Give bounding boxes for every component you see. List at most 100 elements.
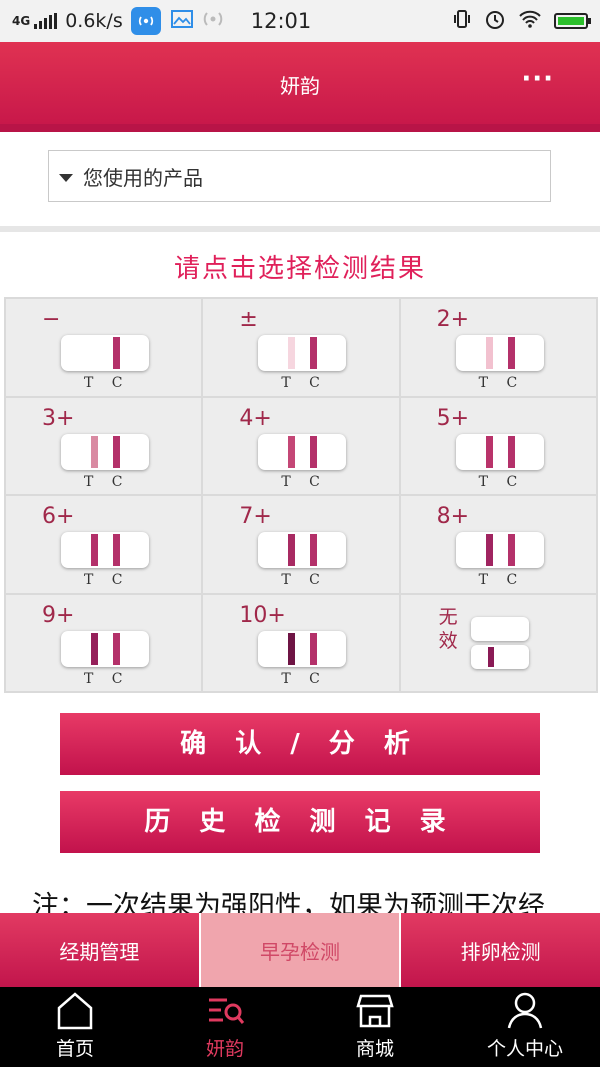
product-select[interactable]: 您使用的产品 — [48, 150, 551, 202]
result-option[interactable]: 3+ T C — [6, 397, 202, 494]
result-label: 7+ — [239, 504, 272, 529]
test-strip-icon — [61, 532, 149, 568]
result-label: 5+ — [436, 405, 470, 431]
tc-label: T C — [84, 375, 123, 391]
confirm-analyze-button[interactable]: 确 认 / 分 析 — [60, 713, 540, 775]
nav-item-1[interactable]: 首页 — [0, 987, 150, 1067]
result-option[interactable]: 6+ T C — [6, 496, 202, 593]
shop-icon — [356, 994, 394, 1028]
test-line — [288, 337, 296, 369]
test-strip-icon — [61, 433, 149, 470]
test-type-tabs: 经期管理 早孕检测 排卵检测 — [0, 913, 600, 987]
test-strip-icon — [258, 630, 347, 667]
status-bar: 4G 0.6k/s 12:01 — [0, 0, 600, 42]
nav-item-2[interactable]: 妍韵 — [150, 987, 300, 1067]
result-option[interactable]: 7+ T C — [203, 496, 399, 593]
test-strip-icon — [455, 532, 544, 568]
test-strip-icon — [61, 630, 149, 667]
invalid-strip-icon — [470, 644, 529, 669]
search-list-icon — [209, 998, 245, 1024]
control-line — [507, 337, 515, 369]
invalid-label: 无效 — [438, 605, 458, 652]
image-icon — [170, 9, 193, 33]
page-title: 妍韵 — [280, 74, 320, 98]
result-option[interactable]: 5+ T C — [400, 397, 596, 494]
result-label: 2+ — [436, 307, 470, 332]
control-line — [310, 632, 318, 665]
home-icon — [57, 992, 93, 1030]
control-line — [507, 534, 515, 566]
result-label: − — [42, 307, 61, 332]
result-option-invalid[interactable]: 无效 — [400, 594, 596, 691]
test-strip-icon — [258, 532, 347, 568]
tab-1[interactable]: 经期管理 — [0, 913, 201, 987]
test-line — [485, 435, 493, 468]
product-select-placeholder: 您使用的产品 — [83, 165, 203, 190]
tc-label: T C — [84, 572, 123, 588]
tc-label: T C — [281, 572, 320, 588]
control-line — [310, 337, 318, 369]
app-header: 妍韵 ··· — [0, 42, 600, 132]
result-option[interactable]: 9+ T C — [6, 594, 202, 691]
tc-label: T C — [478, 375, 518, 391]
tc-label: T C — [84, 670, 123, 687]
battery-icon — [554, 13, 591, 29]
result-option[interactable]: 4+ T C — [203, 397, 399, 494]
test-strip-icon — [455, 433, 544, 470]
control-line — [507, 435, 515, 468]
network-speed: 0.6k/s — [65, 10, 123, 32]
control-line — [310, 435, 318, 468]
result-label: 4+ — [239, 405, 272, 431]
alarm-icon — [484, 8, 506, 35]
test-line — [91, 435, 98, 468]
test-line — [288, 632, 296, 665]
result-label: 10+ — [239, 602, 286, 628]
blank-strip-icon — [470, 616, 529, 641]
nav-label: 首页 — [55, 1038, 94, 1060]
result-option[interactable]: 2+ T C — [400, 299, 596, 396]
note-text: 注：一次结果为强阳性，如果为预测干次经 — [32, 891, 545, 914]
test-line — [91, 632, 98, 665]
tc-label: T C — [281, 670, 320, 687]
tab-3[interactable]: 排卵检测 — [401, 913, 600, 987]
result-label: 3+ — [42, 405, 75, 431]
control-line — [113, 632, 120, 665]
tc-label: T C — [281, 375, 320, 391]
control-line — [113, 435, 120, 468]
network-type: 4G — [12, 14, 31, 28]
control-line — [113, 534, 120, 566]
caret-down-icon — [59, 173, 73, 182]
test-strip-icon — [455, 335, 544, 371]
tc-label: T C — [478, 572, 518, 588]
more-menu-button[interactable]: ··· — [521, 64, 554, 94]
result-label: 8+ — [436, 504, 470, 529]
nav-label: 个人中心 — [486, 1038, 563, 1060]
test-strip-icon — [258, 433, 347, 470]
test-line — [487, 646, 494, 667]
result-label: 6+ — [42, 504, 75, 529]
result-option[interactable]: − T C — [6, 299, 202, 396]
history-records-button[interactable]: 历 史 检 测 记 录 — [60, 791, 540, 853]
test-line — [288, 534, 296, 566]
nav-item-4[interactable]: 个人中心 — [450, 987, 600, 1067]
result-option[interactable]: ± T C — [203, 299, 399, 396]
test-line — [485, 534, 493, 566]
tc-label: T C — [281, 473, 320, 490]
bottom-nav: 首页 妍韵 商城 个人中心 — [0, 987, 600, 1067]
control-line — [310, 534, 318, 566]
nav-label: 商城 — [355, 1038, 394, 1060]
result-grid: − T C ± T C 2+ T C 3+ T C 4+ T C 5+ T C 6+ T C 7+ T C 8+… — [4, 297, 598, 693]
battery-level — [558, 17, 584, 25]
signal-broadcast-icon — [201, 9, 225, 34]
nav-item-3[interactable]: 商城 — [300, 987, 450, 1067]
person-icon — [507, 992, 543, 1029]
select-result-prompt: 请点击选择检测结果 — [173, 254, 426, 284]
test-line — [91, 534, 98, 566]
tab-2[interactable]: 早孕检测 — [200, 913, 402, 987]
result-option[interactable]: 8+ T C — [400, 496, 596, 593]
signal-icon — [34, 13, 58, 29]
test-strip-icon — [61, 335, 149, 371]
result-option[interactable]: 10+ T C — [203, 594, 399, 691]
result-label: 9+ — [42, 602, 75, 628]
clock-time: 12:01 — [250, 9, 312, 33]
